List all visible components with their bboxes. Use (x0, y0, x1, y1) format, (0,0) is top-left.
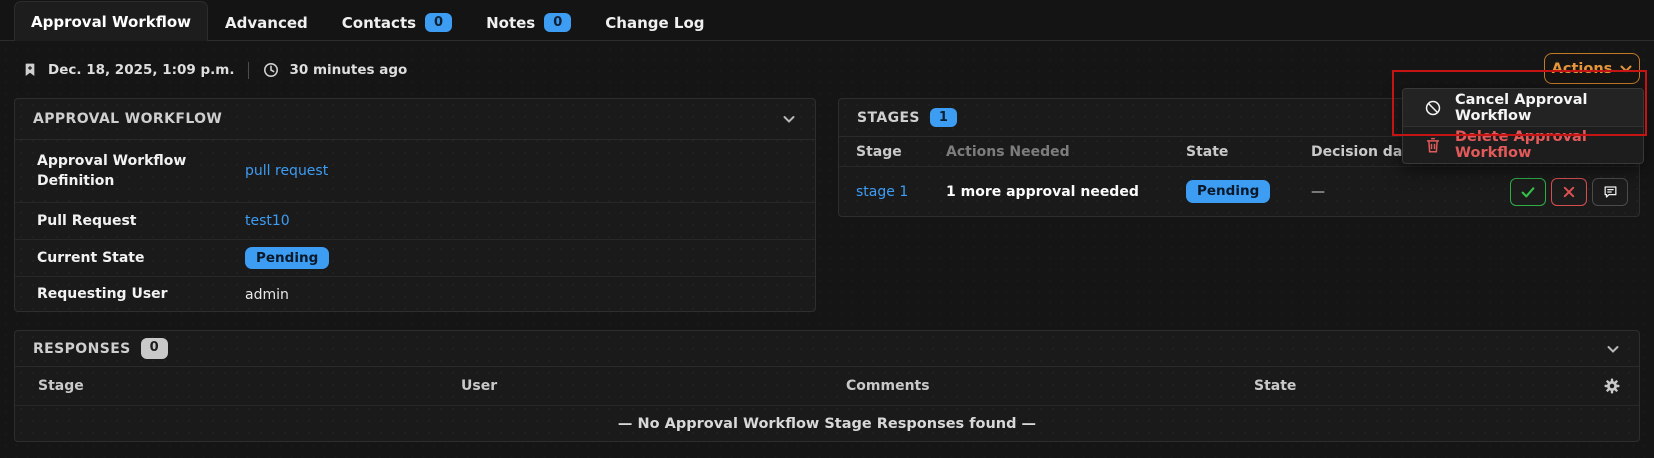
stage-state-badge: Pending (1186, 180, 1270, 203)
clock-icon (263, 62, 279, 78)
collapse-chevron-icon[interactable] (1605, 341, 1621, 357)
responses-panel: RESPONSES 0 Stage User Comments State (14, 330, 1640, 442)
approval-workflow-definition-link[interactable]: pull request (245, 163, 328, 179)
reject-stage-button[interactable] (1551, 178, 1587, 206)
pull-request-link[interactable]: test10 (245, 213, 290, 229)
divider (248, 62, 249, 79)
column-header-user: User (461, 378, 846, 394)
panel-title: RESPONSES (33, 341, 131, 357)
timestamp-row: Dec. 18, 2025, 1:09 p.m. 30 minutes ago (22, 55, 407, 85)
field-row: Approval Workflow Definition pull reques… (15, 140, 815, 203)
tab-label: Change Log (605, 14, 704, 32)
column-header-actions-needed: Actions Needed (946, 144, 1186, 160)
stage-link[interactable]: stage 1 (856, 184, 908, 200)
approval-workflow-panel-header: APPROVAL WORKFLOW (15, 99, 815, 140)
tab-notes[interactable]: Notes 0 (469, 3, 588, 41)
chevron-down-icon (1620, 65, 1632, 73)
comment-icon (1602, 184, 1619, 200)
column-header-state: State (1254, 378, 1603, 394)
field-label: Pull Request (37, 211, 229, 231)
field-label: Current State (37, 248, 229, 268)
approval-workflow-panel: APPROVAL WORKFLOW Approval Workflow Defi… (14, 98, 816, 312)
contacts-count-badge: 0 (425, 13, 452, 33)
tab-bar: Approval Workflow Advanced Contacts 0 No… (0, 0, 1654, 41)
approval-workflow-page: Approval Workflow Advanced Contacts 0 No… (0, 0, 1654, 458)
panel-title: STAGES (857, 110, 920, 126)
tab-label: Notes (486, 14, 535, 32)
field-row: Current State Pending (15, 240, 815, 277)
notes-count-badge: 0 (544, 13, 571, 33)
tab-label: Contacts (342, 14, 416, 32)
approve-stage-button[interactable] (1510, 178, 1546, 206)
x-icon (1562, 185, 1576, 199)
current-state-badge: Pending (245, 247, 329, 270)
responses-count-badge: 0 (141, 338, 168, 358)
ban-icon (1424, 99, 1442, 117)
responses-panel-header: RESPONSES 0 (15, 331, 1639, 367)
tab-change-log[interactable]: Change Log (588, 3, 721, 41)
menu-item-label: Cancel Approval Workflow (1455, 92, 1631, 124)
responses-table-header: Stage User Comments State (15, 367, 1639, 406)
column-header-stage: Stage (38, 378, 461, 394)
relative-time: 30 minutes ago (289, 62, 407, 78)
decision-date-value: — (1311, 184, 1421, 200)
created-date: Dec. 18, 2025, 1:09 p.m. (48, 62, 234, 78)
tab-advanced[interactable]: Advanced (208, 3, 325, 41)
stages-count-badge: 1 (930, 108, 957, 128)
check-icon (1520, 185, 1536, 199)
tab-contacts[interactable]: Contacts 0 (325, 3, 469, 41)
comment-stage-button[interactable] (1592, 178, 1628, 206)
table-settings-button[interactable] (1603, 377, 1621, 395)
bookmark-icon (22, 62, 38, 78)
trash-icon (1424, 136, 1442, 154)
field-label: Requesting User (37, 284, 229, 304)
actions-needed-value: 1 more approval needed (946, 184, 1186, 200)
actions-button[interactable]: Actions (1544, 53, 1640, 84)
actions-dropdown-menu: Cancel Approval Workflow Delete Approval… (1402, 88, 1644, 164)
field-row: Requesting User admin (15, 277, 815, 312)
actions-button-label: Actions (1552, 61, 1613, 77)
tab-approval-workflow[interactable]: Approval Workflow (14, 1, 208, 41)
column-header-comments: Comments (846, 378, 1254, 394)
column-header-stage: Stage (856, 144, 946, 160)
empty-state-message: — No Approval Workflow Stage Responses f… (15, 406, 1639, 441)
requesting-user-value: admin (229, 287, 289, 303)
tab-label: Approval Workflow (31, 13, 191, 31)
gear-icon (1603, 377, 1621, 395)
menu-item-label: Delete Approval Workflow (1455, 129, 1631, 161)
field-label: Approval Workflow Definition (37, 151, 229, 192)
stage-table-row: stage 1 1 more approval needed Pending — (839, 167, 1639, 216)
field-row: Pull Request test10 (15, 203, 815, 240)
column-header-state: State (1186, 144, 1311, 160)
menu-item-delete-approval-workflow[interactable]: Delete Approval Workflow (1403, 126, 1643, 163)
panel-title: APPROVAL WORKFLOW (33, 111, 222, 127)
tab-label: Advanced (225, 14, 308, 32)
menu-item-cancel-approval-workflow[interactable]: Cancel Approval Workflow (1403, 89, 1643, 126)
stage-row-actions (1510, 178, 1628, 206)
collapse-chevron-icon[interactable] (781, 111, 797, 127)
